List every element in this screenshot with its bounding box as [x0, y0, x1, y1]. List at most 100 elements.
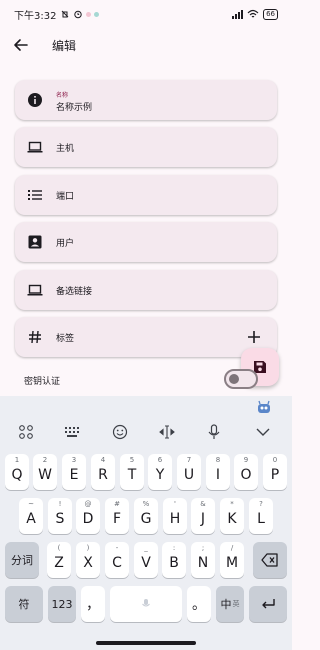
comma-key[interactable]: ，: [81, 586, 105, 622]
key-d[interactable]: @ D: [76, 498, 100, 534]
key-p[interactable]: 0P: [263, 454, 287, 490]
language-key-sub: 英: [232, 600, 240, 608]
info-icon: [28, 93, 42, 107]
period-key[interactable]: 。: [187, 586, 211, 622]
key-label: L: [257, 511, 265, 527]
language-key-label: 中: [220, 598, 232, 611]
laptop-icon: [27, 141, 43, 153]
key-t[interactable]: 5T: [120, 454, 144, 490]
microphone-icon[interactable]: [205, 423, 223, 441]
user-field-label: 用户: [56, 238, 75, 249]
key-alt: 6: [157, 456, 163, 464]
hashtag-icon: [29, 330, 41, 344]
segment-key-label: 分词: [11, 554, 33, 567]
key-x[interactable]: ) X: [76, 542, 100, 578]
key-label: Q: [11, 467, 23, 483]
key-alt: 7: [186, 456, 192, 464]
key-k[interactable]: * K: [220, 498, 244, 534]
key-c[interactable]: -C: [105, 542, 129, 578]
key-h[interactable]: ' H: [163, 498, 187, 534]
key-alt: ~: [28, 500, 34, 508]
backspace-icon: [261, 553, 278, 567]
backspace-key[interactable]: [253, 542, 287, 578]
enter-icon: [262, 599, 275, 609]
user-field[interactable]: 用户: [15, 222, 277, 262]
enter-key[interactable]: [249, 586, 287, 622]
language-switch-key[interactable]: 中英: [216, 586, 244, 622]
emoji-icon[interactable]: [111, 423, 129, 441]
key-b[interactable]: :B: [162, 542, 186, 578]
battery-icon: 66: [263, 8, 278, 20]
keyboard-layout-icon[interactable]: [63, 423, 81, 441]
collapse-keyboard-icon[interactable]: [254, 423, 272, 441]
key-w[interactable]: 2W: [33, 454, 57, 490]
number-key-label: 123: [51, 597, 73, 611]
segment-key[interactable]: 分词: [5, 542, 39, 578]
key-o[interactable]: 9O: [234, 454, 258, 490]
cursor-move-icon[interactable]: [158, 423, 176, 441]
key-alt: %: [142, 500, 150, 508]
home-indicator[interactable]: [96, 641, 196, 645]
key-alt: ;: [201, 544, 205, 552]
key-m[interactable]: / M: [220, 542, 244, 578]
key-j[interactable]: & J: [191, 498, 215, 534]
key-y[interactable]: 6Y: [148, 454, 172, 490]
key-i[interactable]: 8I: [206, 454, 230, 490]
number-key[interactable]: 123: [48, 586, 76, 622]
key-s[interactable]: ! S: [48, 498, 72, 534]
name-field-value[interactable]: 名称示例: [56, 100, 92, 113]
key-a[interactable]: ~ A: [19, 498, 43, 534]
symbols-key-label: 符: [18, 598, 30, 611]
key-q[interactable]: 1Q: [5, 454, 29, 490]
key-alt: _: [144, 544, 148, 552]
key-label: H: [169, 511, 181, 527]
comma-key-label: ，: [86, 597, 100, 613]
alt-link-field[interactable]: 备选链接: [15, 270, 277, 310]
key-alt: #: [114, 500, 120, 508]
key-f[interactable]: # F: [105, 498, 129, 534]
key-auth-toggle[interactable]: [224, 369, 258, 389]
key-label: B: [169, 555, 179, 571]
symbols-key[interactable]: 符: [5, 586, 43, 622]
host-field[interactable]: 主机: [15, 127, 277, 167]
notification-dot-icon: [86, 11, 92, 17]
key-label: P: [270, 467, 280, 483]
key-v[interactable]: _ V: [134, 542, 158, 578]
key-alt: 9: [243, 456, 249, 464]
key-label: K: [227, 511, 237, 527]
port-field[interactable]: 端口: [15, 175, 277, 215]
key-alt: &: [200, 500, 206, 508]
keyboard: 1Q 2W 3E 4R 5T 6Y 7U 8I 9O 0P ~ A ! S @ D #…: [0, 396, 292, 650]
alarm-icon: [74, 10, 83, 19]
wifi-icon: [247, 9, 259, 18]
status-icons: [60, 9, 100, 19]
key-z[interactable]: (Z: [47, 542, 71, 578]
notification-dot-icon: [94, 11, 100, 17]
key-r[interactable]: 4R: [91, 454, 115, 490]
name-field[interactable]: 名称 名称示例: [15, 80, 277, 120]
key-l[interactable]: ? L: [249, 498, 273, 534]
key-alt: 5: [129, 456, 135, 464]
key-g[interactable]: % G: [134, 498, 158, 534]
key-e[interactable]: 3E: [62, 454, 86, 490]
key-alt: 2: [42, 456, 48, 464]
keyboard-mascot-icon[interactable]: [255, 398, 273, 416]
back-arrow-icon[interactable]: [12, 36, 30, 54]
tags-field[interactable]: 标签: [15, 317, 277, 357]
key-label: J: [200, 511, 206, 527]
key-alt: 4: [100, 456, 106, 464]
period-key-label: 。: [192, 597, 206, 613]
key-u[interactable]: 7U: [177, 454, 201, 490]
key-label: V: [141, 555, 151, 571]
key-n[interactable]: ; N: [191, 542, 215, 578]
key-label: O: [240, 467, 252, 483]
add-tag-plus-icon[interactable]: [245, 328, 263, 346]
key-label: D: [82, 511, 94, 527]
key-alt: /: [230, 544, 234, 552]
grid-menu-icon[interactable]: [17, 423, 35, 441]
signal-icon: [232, 10, 244, 19]
space-key[interactable]: [110, 586, 182, 622]
toggle-knob: [229, 374, 239, 384]
key-label: Z: [54, 555, 64, 571]
status-right: 66: [231, 8, 278, 20]
